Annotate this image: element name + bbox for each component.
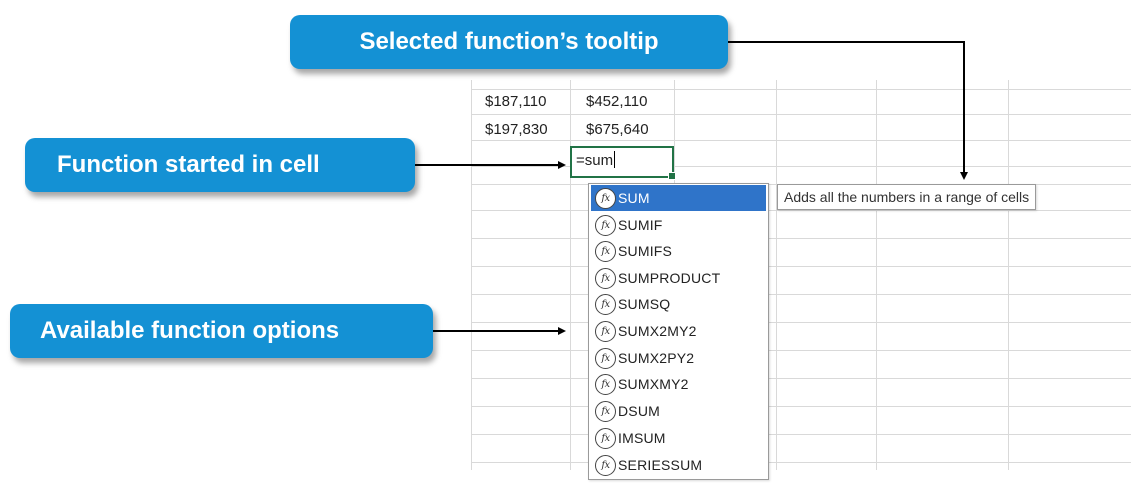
- annotation-arrows: [415, 41, 968, 335]
- arrow-to-tooltip: [728, 41, 968, 180]
